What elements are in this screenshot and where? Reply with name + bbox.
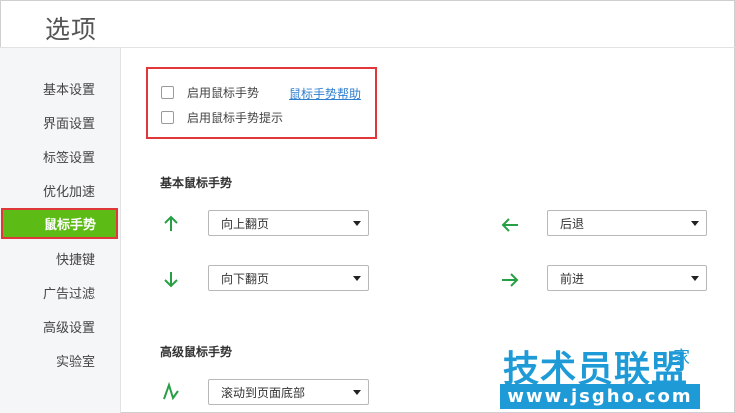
sidebar-item-optimize[interactable]: 优化加速 bbox=[0, 181, 118, 200]
enable-gesture-checkbox[interactable] bbox=[161, 86, 174, 99]
watermark-side-text: 家 bbox=[673, 348, 690, 368]
chevron-down-icon bbox=[691, 276, 699, 281]
watermark-url: www.jsgho.com bbox=[500, 384, 700, 409]
basic-gesture-heading: 基本鼠标手势 bbox=[160, 176, 233, 190]
enable-gesture-option[interactable]: 启用鼠标手势 bbox=[161, 84, 259, 101]
gesture-down-value: 向下翻页 bbox=[221, 271, 270, 286]
sidebar-item-adblock[interactable]: 广告过滤 bbox=[0, 283, 118, 302]
sidebar-item-basic[interactable]: 基本设置 bbox=[0, 79, 118, 98]
page-title: 选项 bbox=[45, 15, 98, 44]
gesture-zigzag-value: 滚动到页面底部 bbox=[221, 385, 306, 400]
sidebar-item-advanced[interactable]: 高级设置 bbox=[0, 317, 118, 336]
gesture-up-select[interactable]: 向上翻页 bbox=[208, 210, 369, 236]
arrow-left-icon bbox=[501, 218, 518, 232]
gesture-right-select[interactable]: 前进 bbox=[547, 265, 707, 291]
gesture-left-select[interactable]: 后退 bbox=[547, 210, 707, 236]
sidebar-item-mouse-gesture[interactable]: 鼠标手势 bbox=[1, 208, 118, 239]
arrow-right-icon bbox=[502, 273, 519, 287]
advanced-gesture-heading: 高级鼠标手势 bbox=[160, 345, 233, 359]
highlight-box bbox=[146, 67, 377, 139]
gesture-help-link[interactable]: 鼠标手势帮助 bbox=[289, 85, 361, 102]
gesture-left-value: 后退 bbox=[560, 216, 585, 231]
enable-gesture-hint-option[interactable]: 启用鼠标手势提示 bbox=[161, 109, 283, 126]
chevron-down-icon bbox=[353, 221, 361, 226]
enable-gesture-hint-label: 启用鼠标手势提示 bbox=[187, 111, 284, 125]
gesture-zigzag-icon bbox=[163, 382, 179, 401]
enable-gesture-label: 启用鼠标手势 bbox=[187, 86, 260, 100]
arrow-down-icon bbox=[164, 272, 178, 288]
gesture-up-value: 向上翻页 bbox=[221, 216, 270, 231]
sidebar-item-shortcuts[interactable]: 快捷键 bbox=[0, 249, 118, 268]
gesture-right-value: 前进 bbox=[560, 271, 585, 286]
gesture-zigzag-select[interactable]: 滚动到页面底部 bbox=[208, 379, 369, 405]
chevron-down-icon bbox=[353, 390, 361, 395]
chevron-down-icon bbox=[353, 276, 361, 281]
arrow-up-icon bbox=[164, 215, 178, 231]
sidebar-item-tabs[interactable]: 标签设置 bbox=[0, 147, 118, 166]
sidebar-item-interface[interactable]: 界面设置 bbox=[0, 113, 118, 132]
enable-gesture-hint-checkbox[interactable] bbox=[161, 111, 174, 124]
sidebar-item-lab[interactable]: 实验室 bbox=[0, 351, 118, 370]
gesture-down-select[interactable]: 向下翻页 bbox=[208, 265, 369, 291]
chevron-down-icon bbox=[691, 221, 699, 226]
